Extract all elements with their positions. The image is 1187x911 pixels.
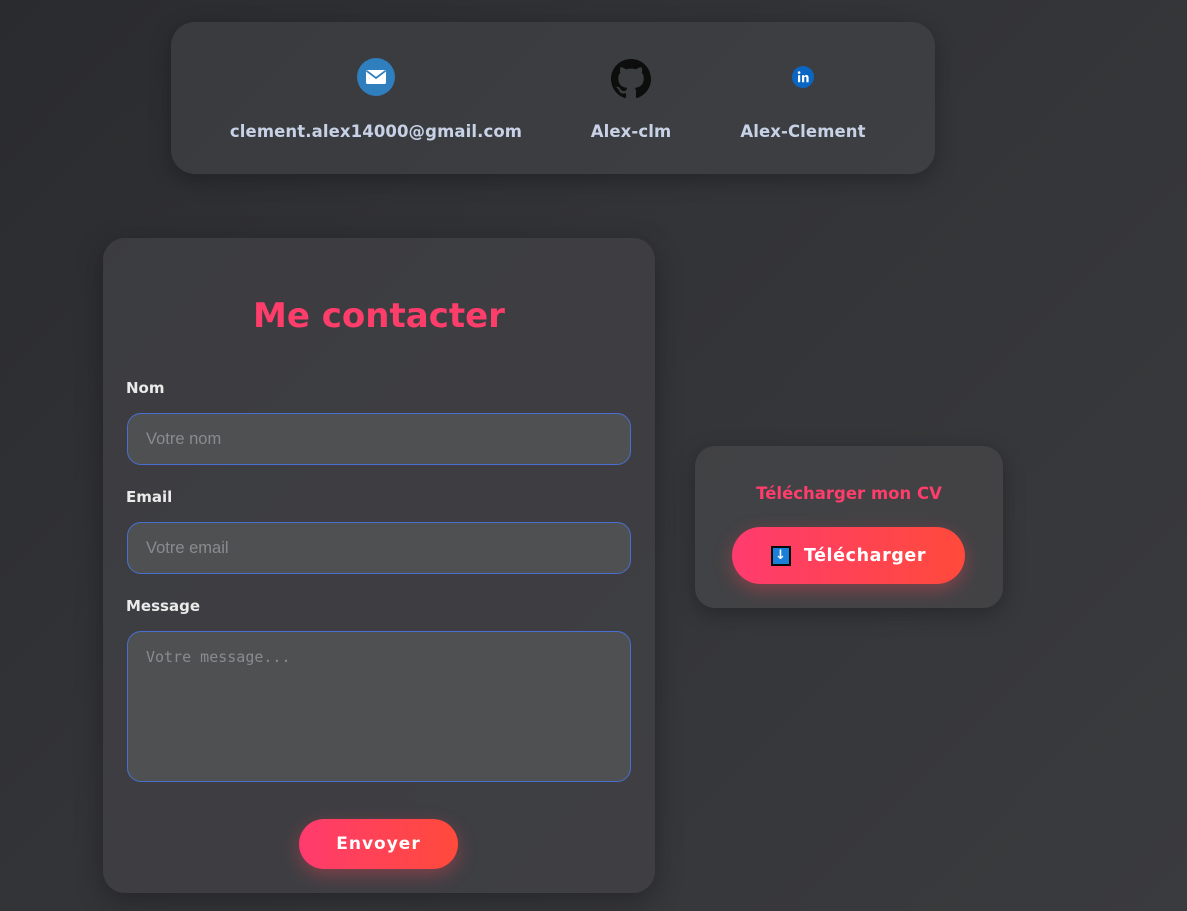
email-link-text: clement.alex14000@gmail.com [229,122,523,141]
github-link-text: Alex-clm [590,122,672,141]
email-icon [357,58,395,96]
email-input[interactable] [127,522,631,574]
linkedin-link-text: Alex-Clement [740,122,866,141]
download-arrow-icon: ↓ [770,545,791,566]
email-label: Email [126,488,173,506]
contact-form: Me contacter Nom Email Message Envoyer [103,238,655,893]
message-textarea[interactable] [127,631,631,782]
download-cv-button-label: Télécharger [803,545,927,566]
name-label: Nom [126,379,165,397]
cv-title: Télécharger mon CV [756,484,942,503]
cv-download-card: Télécharger mon CV ↓ Télécharger [695,446,1003,608]
download-cv-button[interactable]: ↓ Télécharger [732,527,965,584]
linkedin-link[interactable]: Alex-Clement [731,22,875,174]
contact-links-card: clement.alex14000@gmail.com Alex-clm Ale… [171,22,935,174]
send-button[interactable]: Envoyer [299,819,458,869]
linkedin-icon [792,66,814,88]
form-title: Me contacter [253,296,505,336]
github-link[interactable]: Alex-clm [581,22,681,174]
email-link[interactable]: clement.alex14000@gmail.com [230,22,522,174]
message-label: Message [126,597,200,615]
name-input[interactable] [127,413,631,465]
github-icon [611,59,651,99]
